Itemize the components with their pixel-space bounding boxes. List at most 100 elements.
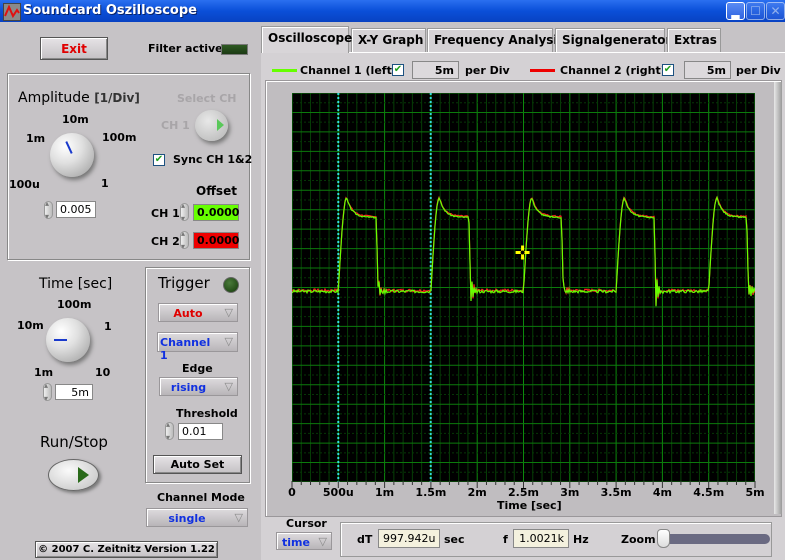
app-icon [3,3,21,21]
amp-tick-10m: 10m [62,113,89,126]
copyright-label: © 2007 C. Zeitnitz Version 1.22 [35,541,218,558]
trigger-title: Trigger [158,274,210,292]
x-tick-label: 2m [467,486,487,499]
tab-extras[interactable]: Extras [667,28,721,52]
threshold-field[interactable]: 0.01 [178,423,223,440]
x-tick-label: 1m [375,486,395,499]
trigger-led [223,277,239,293]
time-tick-10m: 10m [17,319,44,332]
channel1-label: Channel 1 (left) [300,64,397,77]
amp-tick-100u: 100u [9,178,40,191]
tab-frequency-analysis[interactable]: Frequency Analysis [427,28,565,52]
cursor-mode-value: time [282,536,310,549]
time-tick-1m: 1m [34,366,54,379]
run-stop-label: Run/Stop [40,433,108,451]
sync-checkbox[interactable]: ✔ [153,154,165,166]
channel2-checkbox[interactable]: ✔ [662,64,674,76]
marker-center [520,250,525,255]
dt-value: 997.942u [378,529,440,548]
exit-button[interactable]: Exit [40,37,108,60]
amplitude-knob[interactable] [50,133,94,177]
tab-oscilloscope[interactable]: Oscilloscope [261,26,352,53]
time-title: Time [sec] [39,276,113,292]
x-tick-label: 500u [322,486,354,499]
zoom-label: Zoom [621,533,656,546]
time-knob[interactable] [46,318,90,362]
maximize-button[interactable]: ☐ [746,2,765,20]
f-value: 1.0021k [513,529,569,548]
select-ch-value: CH 1 [161,119,190,132]
channel-mode-label: Channel Mode [157,491,245,504]
close-icon: ✕ [770,4,781,18]
offset-ch1-field[interactable]: 0.0000 [193,204,239,221]
sync-label: Sync CH 1&2 [173,153,253,166]
filter-led [221,44,248,55]
trigger-source-dropdown[interactable]: Channel 1 ▽ [157,332,238,362]
amplitude-spinner[interactable] [44,199,53,221]
channel1-checkbox[interactable]: ✔ [392,64,404,76]
x-tick-label: 0 [288,486,296,499]
graph-scrollbar[interactable] [774,82,782,514]
offset-ch2-field[interactable]: 0.0000 [193,232,239,249]
edge-value: rising [170,381,207,394]
threshold-label: Threshold [176,407,238,420]
offset-ch2-label: CH 2 [151,235,180,248]
select-ch-toggle[interactable] [195,110,228,141]
time-tick-100m: 100m [57,298,92,311]
offset-ch2-spinner[interactable] [180,229,189,251]
channel-mode-dropdown[interactable]: single ▽ [146,508,248,527]
zoom-slider-track[interactable] [660,534,770,544]
channel2-per-div-field[interactable]: 5m [684,61,731,79]
amp-tick-1: 1 [101,177,109,190]
channel2-label: Channel 2 (right) [560,64,666,77]
x-axis-label: Time [sec] [497,499,562,512]
offset-title: Offset [196,184,237,198]
channel-mode-value: single [168,512,206,525]
threshold-spinner[interactable] [165,420,174,442]
x-tick-label: 3m [560,486,580,499]
maximize-icon: ☐ [750,4,761,18]
filter-active-label: Filter active [148,42,223,55]
trigger-mode-value: Auto [173,307,203,320]
channel1-color-swatch [272,69,297,72]
select-ch-title: Select CH [177,92,237,105]
trigger-mode-dropdown[interactable]: Auto ▽ [158,303,238,322]
channel2-per-div-label: per Div [736,64,781,77]
time-spinner[interactable] [43,381,52,403]
zoom-slider-thumb[interactable] [657,529,670,548]
x-tick-label: 4m [652,486,672,499]
tab-signalgenerator[interactable]: Signalgenerator [555,28,671,52]
minimize-icon: ▬ [730,10,741,23]
minimize-button[interactable]: ▬ [726,2,745,23]
time-value-field[interactable]: 5m [55,384,93,400]
knob-indicator [65,141,73,154]
amp-tick-1m: 1m [26,132,46,145]
chevron-down-icon: ▽ [224,380,233,393]
window-title: Soundcard Oszilloscope [23,3,197,18]
play-arrow-icon [217,119,224,131]
offset-ch1-label: CH 1 [151,207,180,220]
offset-ch1-spinner[interactable] [180,201,189,223]
knob-indicator [54,339,67,341]
chevron-down-icon: ▽ [224,335,233,348]
chevron-down-icon: ▽ [224,306,233,319]
tab-xy-graph[interactable]: X-Y Graph [351,28,426,52]
oscilloscope-plot[interactable] [292,93,755,482]
channel1-per-div-label: per Div [465,64,510,77]
play-icon [78,467,89,483]
f-unit: Hz [573,533,589,546]
f-label: f [503,533,508,546]
x-tick-label: 4.5m [693,486,725,499]
run-stop-button[interactable] [48,459,99,491]
close-button[interactable]: ✕ [766,2,785,20]
amplitude-value-field[interactable]: 0.005 [56,201,96,218]
channel1-per-div-field[interactable]: 5m [412,61,459,79]
edge-dropdown[interactable]: rising ▽ [159,377,238,396]
dt-label: dT [357,533,373,546]
dt-unit: sec [444,533,465,546]
cursor-label: Cursor [286,517,327,530]
cursor-mode-dropdown[interactable]: time ▽ [276,532,332,550]
x-tick-label: 3.5m [600,486,632,499]
title-bar: Soundcard Oszilloscope ▬ ☐ ✕ [0,0,785,23]
auto-set-button[interactable]: Auto Set [153,455,242,474]
